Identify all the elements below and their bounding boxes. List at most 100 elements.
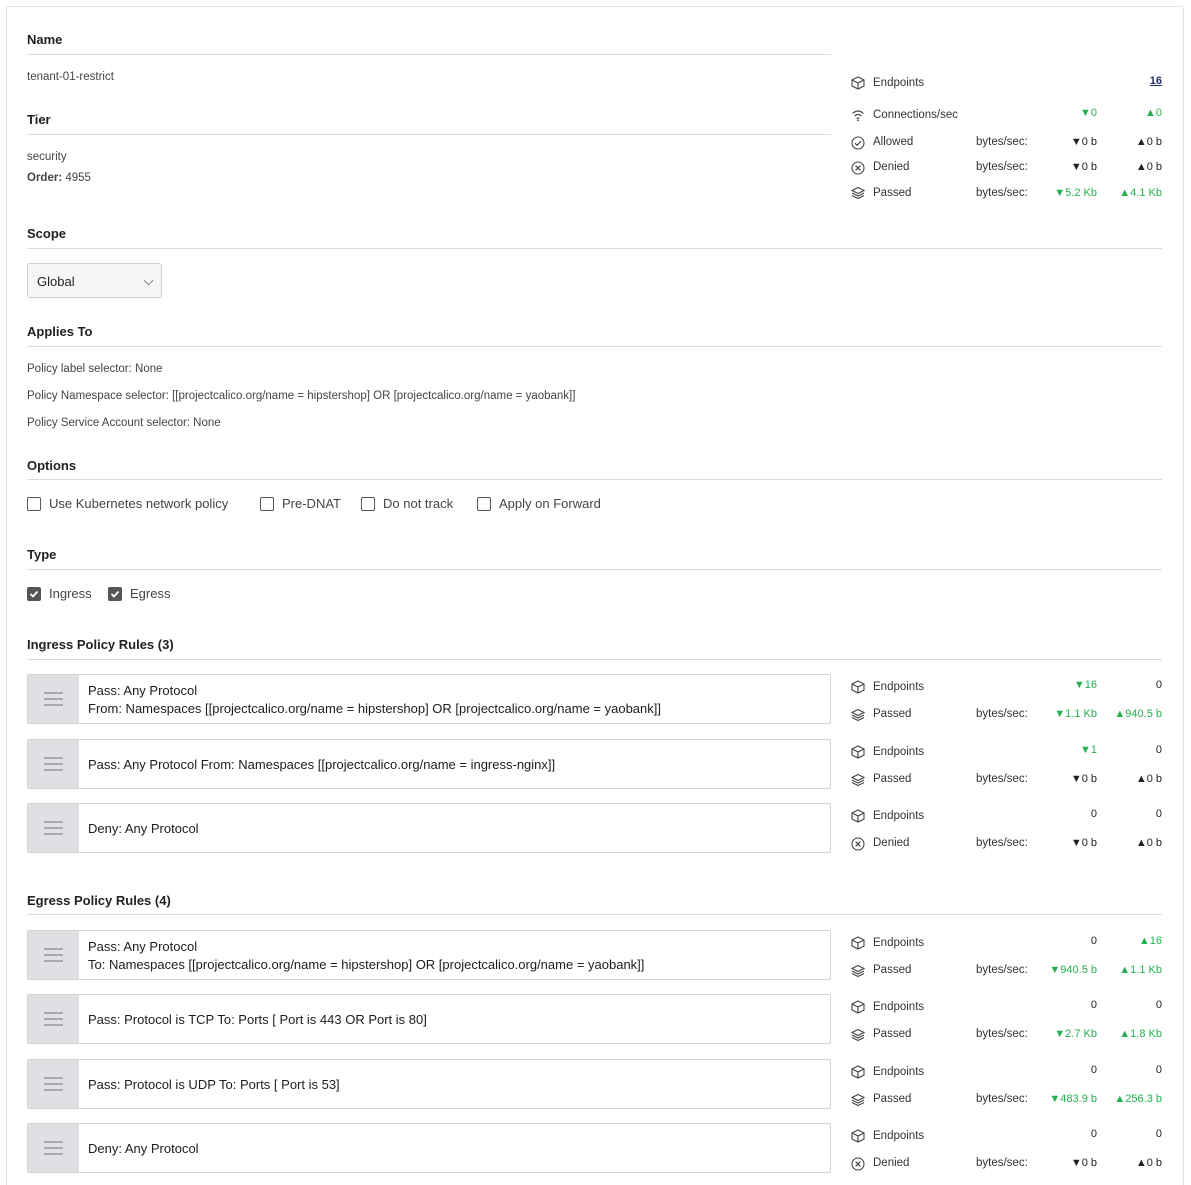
checkbox[interactable] <box>27 496 41 511</box>
endpoints-count-link[interactable]: 16 <box>1092 75 1162 87</box>
rule-action-label: Passed <box>873 1093 912 1105</box>
rule-endpoints-out: 0 <box>1155 1064 1162 1076</box>
drag-handle[interactable] <box>28 931 79 979</box>
rule-endpoints-in: 0 <box>1090 999 1097 1011</box>
rule-bytes-in: ▼483.9 b <box>1049 1093 1097 1105</box>
egress-rule-card[interactable]: Pass: Protocol is UDP To: Ports [ Port i… <box>27 1059 831 1109</box>
rule-selector: From: Namespaces [[projectcalico.org/nam… <box>88 701 661 716</box>
passed-label: Passed <box>873 187 912 199</box>
checkbox[interactable] <box>477 496 491 511</box>
chevron-down-icon <box>143 275 154 286</box>
allowed-label: Allowed <box>873 136 914 148</box>
drag-handle[interactable] <box>28 740 79 788</box>
wifi-icon <box>852 110 864 122</box>
divider <box>27 659 1162 660</box>
rule-bytes-label: bytes/sec: <box>976 964 1028 976</box>
rule-bytes-label: bytes/sec: <box>976 708 1028 720</box>
rule-selector: To: Namespaces [[projectcalico.org/name … <box>88 957 645 972</box>
rule-bytes-label: bytes/sec: <box>976 837 1028 849</box>
rule-action-label: Passed <box>873 1028 912 1040</box>
checkbox-checked[interactable] <box>27 586 41 601</box>
rule-bytes-in: ▼0 b <box>1070 1157 1097 1169</box>
tier-heading: Tier <box>27 112 51 127</box>
label-selector: Policy label selector: None <box>27 363 163 375</box>
ingress-rules-heading: Ingress Policy Rules (3) <box>27 637 174 652</box>
type-label: Egress <box>130 586 171 601</box>
divider <box>27 134 831 135</box>
rule-action-label: Denied <box>873 837 910 849</box>
drag-handle-icon <box>44 1077 63 1091</box>
type-heading: Type <box>27 547 57 562</box>
rule-action-label: Denied <box>873 1157 910 1169</box>
layers-icon <box>851 1093 865 1107</box>
egress-rule-card[interactable]: Pass: Protocol is TCP To: Ports [ Port i… <box>27 994 831 1044</box>
passed-out: ▲4.1 Kb <box>1119 187 1162 199</box>
rule-action-label: Passed <box>873 708 912 720</box>
drag-handle-icon <box>44 1012 63 1026</box>
x-circle-icon <box>851 161 865 175</box>
rule-endpoints-label: Endpoints <box>873 1001 925 1013</box>
connections-out: ▲0 <box>1144 107 1162 119</box>
rule-bytes-out: ▲0 b <box>1135 837 1162 849</box>
rule-action-label: Passed <box>873 964 912 976</box>
check-circle-icon <box>851 136 865 150</box>
divider <box>27 248 1162 249</box>
drag-handle[interactable] <box>28 675 79 723</box>
drag-handle[interactable] <box>28 1060 79 1108</box>
rule-bytes-out: ▲1.8 Kb <box>1119 1028 1162 1040</box>
checkbox-checked[interactable] <box>108 586 122 601</box>
rule-action: Pass: Any Protocol <box>88 683 198 698</box>
egress-rules-heading: Egress Policy Rules (4) <box>27 893 171 908</box>
layers-icon <box>851 708 865 722</box>
rule-endpoints-in: 0 <box>1090 808 1097 820</box>
option-kubernetes-policy[interactable]: Use Kubernetes network policy <box>27 496 228 511</box>
passed-bytes-label: bytes/sec: <box>976 187 1028 199</box>
rule-endpoints-label: Endpoints <box>873 746 925 758</box>
checkbox[interactable] <box>361 496 375 511</box>
layers-icon <box>851 186 865 200</box>
cube-icon <box>851 1129 865 1143</box>
cube-icon <box>851 680 865 694</box>
rule-endpoints-label: Endpoints <box>873 681 925 693</box>
type-ingress[interactable]: Ingress <box>27 586 92 601</box>
order-label: Order: <box>27 172 63 184</box>
drag-handle[interactable] <box>28 995 79 1043</box>
option-do-not-track[interactable]: Do not track <box>361 496 453 511</box>
service-account-selector: Policy Service Account selector: None <box>27 417 221 429</box>
ingress-rule-card[interactable]: Deny: Any Protocol <box>27 803 831 853</box>
rule-endpoints-label: Endpoints <box>873 810 925 822</box>
rule-endpoints-out: 0 <box>1155 679 1162 691</box>
allowed-bytes-label: bytes/sec: <box>976 136 1028 148</box>
rule-bytes-in: ▼940.5 b <box>1049 964 1097 976</box>
applies-to-heading: Applies To <box>27 324 93 339</box>
rule-endpoints-out: 0 <box>1155 1128 1162 1140</box>
rule-bytes-in: ▼2.7 Kb <box>1054 1028 1097 1040</box>
scope-selected-value: Global <box>37 274 75 289</box>
option-label: Pre-DNAT <box>282 496 341 511</box>
checkbox[interactable] <box>260 496 274 511</box>
ingress-rule-card[interactable]: Pass: Any Protocol From: Namespaces [[pr… <box>27 739 831 789</box>
rule-endpoints-label: Endpoints <box>873 1066 925 1078</box>
scope-select[interactable]: Global <box>27 263 162 298</box>
connections-label: Connections/sec <box>873 109 959 121</box>
rule-action: Deny: Any Protocol <box>88 1141 199 1156</box>
option-label: Use Kubernetes network policy <box>49 496 229 511</box>
drag-handle[interactable] <box>28 1124 79 1172</box>
rule-endpoints-in: ▼16 <box>1073 679 1097 691</box>
rule-bytes-in: ▼0 b <box>1070 773 1097 785</box>
rule-bytes-out: ▲1.1 Kb <box>1119 964 1162 976</box>
egress-rule-card[interactable]: Pass: Any Protocol To: Namespaces [[proje… <box>27 930 831 980</box>
ingress-rule-card[interactable]: Pass: Any Protocol From: Namespaces [[pro… <box>27 674 831 724</box>
x-circle-icon <box>851 1157 865 1171</box>
option-label: Do not track <box>383 496 454 511</box>
drag-handle[interactable] <box>28 804 79 852</box>
denied-label: Denied <box>873 161 910 173</box>
denied-bytes-label: bytes/sec: <box>976 161 1028 173</box>
rule-action: Pass: Protocol is TCP To: Ports [ Port i… <box>88 1012 427 1027</box>
type-egress[interactable]: Egress <box>108 586 170 601</box>
cube-icon <box>851 809 865 823</box>
option-apply-on-forward[interactable]: Apply on Forward <box>477 496 601 511</box>
egress-rule-card[interactable]: Deny: Any Protocol <box>27 1123 831 1173</box>
option-pre-dnat[interactable]: Pre-DNAT <box>260 496 341 511</box>
cube-icon <box>851 745 865 759</box>
